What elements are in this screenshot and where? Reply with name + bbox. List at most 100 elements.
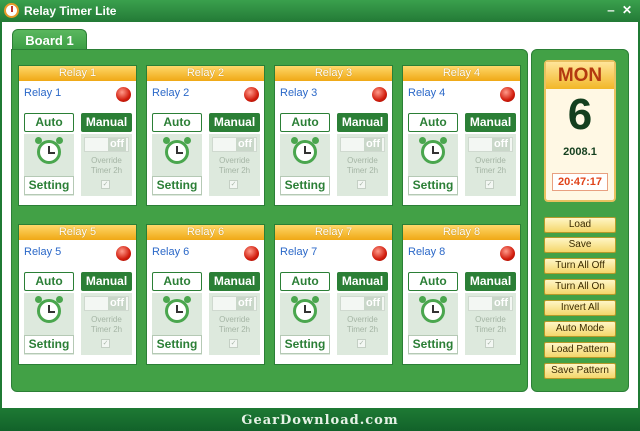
power-toggle[interactable]: off — [212, 296, 257, 311]
setting-button[interactable]: Setting — [24, 335, 74, 354]
alarm-clock-icon — [37, 299, 61, 323]
relay-card: Relay 3 Relay 3 Auto Manual Setting off Overri… — [274, 65, 393, 206]
relay-card: Relay 5 Relay 5 Auto Manual Setting off Overri… — [18, 224, 137, 365]
auto-button[interactable]: Auto — [24, 272, 74, 291]
setting-button[interactable]: Setting — [408, 335, 458, 354]
alarm-clock-icon — [165, 140, 189, 164]
relay-name[interactable]: Relay 7 — [280, 246, 317, 258]
relay-name[interactable]: Relay 2 — [152, 87, 189, 99]
relay-header: Relay 3 — [275, 66, 392, 81]
relay-name[interactable]: Relay 8 — [408, 246, 445, 258]
setting-button[interactable]: Setting — [280, 335, 330, 354]
override-checkbox[interactable]: ✓ — [485, 339, 494, 348]
power-toggle[interactable]: off — [340, 296, 385, 311]
manual-button[interactable]: Manual — [465, 272, 516, 291]
manual-panel: off Override Timer 2h ✓ — [337, 134, 388, 196]
toggle-label: off — [491, 138, 510, 151]
alarm-clock-icon — [165, 299, 189, 323]
relay-name[interactable]: Relay 5 — [24, 246, 61, 258]
manual-panel: off Override Timer 2h ✓ — [81, 293, 132, 355]
alarm-clock-icon — [293, 299, 317, 323]
minimize-button[interactable]: ‒ — [604, 3, 618, 17]
setting-button[interactable]: Setting — [24, 176, 74, 195]
manual-button[interactable]: Manual — [465, 113, 516, 132]
manual-button[interactable]: Manual — [337, 113, 388, 132]
side-button-save-pattern[interactable]: Save Pattern — [544, 363, 616, 379]
power-toggle[interactable]: off — [340, 137, 385, 152]
setting-button[interactable]: Setting — [152, 335, 202, 354]
auto-button[interactable]: Auto — [152, 113, 202, 132]
relay-card: Relay 1 Relay 1 Auto Manual Setting off Overri… — [18, 65, 137, 206]
manual-panel: off Override Timer 2h ✓ — [81, 134, 132, 196]
alarm-clock-icon — [421, 299, 445, 323]
relay-card: Relay 4 Relay 4 Auto Manual Setting off Overri… — [402, 65, 521, 206]
side-button-turn-all-on[interactable]: Turn All On — [544, 279, 616, 295]
side-button-save[interactable]: Save — [544, 237, 616, 253]
setting-button[interactable]: Setting — [280, 176, 330, 195]
auto-panel: Setting — [24, 293, 74, 355]
toggle-label: off — [235, 138, 254, 151]
manual-button[interactable]: Manual — [209, 272, 260, 291]
led-icon — [372, 87, 387, 102]
override-checkbox[interactable]: ✓ — [229, 339, 238, 348]
override-checkbox[interactable]: ✓ — [485, 180, 494, 189]
auto-panel: Setting — [152, 134, 202, 196]
power-toggle[interactable]: off — [84, 296, 129, 311]
side-button-auto-mode[interactable]: Auto Mode — [544, 321, 616, 337]
relay-name[interactable]: Relay 6 — [152, 246, 189, 258]
override-checkbox[interactable]: ✓ — [357, 339, 366, 348]
manual-button[interactable]: Manual — [81, 113, 132, 132]
setting-button[interactable]: Setting — [152, 176, 202, 195]
manual-button[interactable]: Manual — [81, 272, 132, 291]
setting-button[interactable]: Setting — [408, 176, 458, 195]
relay-card: Relay 6 Relay 6 Auto Manual Setting off Overri… — [146, 224, 265, 365]
calendar-date: 6 — [567, 90, 593, 139]
relay-header: Relay 1 — [19, 66, 136, 81]
toggle-label: off — [107, 297, 126, 310]
override-checkbox[interactable]: ✓ — [101, 180, 110, 189]
relay-name[interactable]: Relay 3 — [280, 87, 317, 99]
manual-panel: off Override Timer 2h ✓ — [465, 134, 516, 196]
relay-card: Relay 7 Relay 7 Auto Manual Setting off Overri… — [274, 224, 393, 365]
side-button-load[interactable]: Load — [544, 217, 616, 233]
led-icon — [372, 246, 387, 261]
auto-button[interactable]: Auto — [24, 113, 74, 132]
close-button[interactable]: ✕ — [620, 3, 634, 17]
power-toggle[interactable]: off — [468, 137, 513, 152]
auto-button[interactable]: Auto — [280, 113, 330, 132]
override-label: Override Timer 2h — [90, 156, 123, 175]
calendar-year-month: 2008.1 — [563, 146, 597, 158]
manual-button[interactable]: Manual — [337, 272, 388, 291]
manual-button[interactable]: Manual — [209, 113, 260, 132]
toggle-label: off — [107, 138, 126, 151]
side-button-load-pattern[interactable]: Load Pattern — [544, 342, 616, 358]
auto-button[interactable]: Auto — [408, 113, 458, 132]
manual-panel: off Override Timer 2h ✓ — [209, 134, 260, 196]
side-button-invert-all[interactable]: Invert All — [544, 300, 616, 316]
override-checkbox[interactable]: ✓ — [357, 180, 366, 189]
relay-header: Relay 8 — [403, 225, 520, 240]
auto-button[interactable]: Auto — [408, 272, 458, 291]
override-checkbox[interactable]: ✓ — [229, 180, 238, 189]
power-toggle[interactable]: off — [84, 137, 129, 152]
power-toggle[interactable]: off — [212, 137, 257, 152]
toggle-label: off — [235, 297, 254, 310]
side-button-turn-all-off[interactable]: Turn All Off — [544, 258, 616, 274]
relay-header: Relay 7 — [275, 225, 392, 240]
auto-panel: Setting — [24, 134, 74, 196]
tab-board-1[interactable]: Board 1 — [12, 29, 87, 51]
led-icon — [116, 87, 131, 102]
override-label: Override Timer 2h — [474, 156, 507, 175]
relay-name[interactable]: Relay 1 — [24, 87, 61, 99]
clock-time: 20:47:17 — [552, 173, 608, 191]
relay-header: Relay 2 — [147, 66, 264, 81]
title-bar: Relay Timer Lite ‒ ✕ — [0, 0, 640, 22]
relay-card: Relay 2 Relay 2 Auto Manual Setting off Overri… — [146, 65, 265, 206]
manual-panel: off Override Timer 2h ✓ — [337, 293, 388, 355]
auto-panel: Setting — [408, 134, 458, 196]
override-checkbox[interactable]: ✓ — [101, 339, 110, 348]
auto-button[interactable]: Auto — [152, 272, 202, 291]
relay-name[interactable]: Relay 4 — [408, 87, 445, 99]
power-toggle[interactable]: off — [468, 296, 513, 311]
auto-button[interactable]: Auto — [280, 272, 330, 291]
